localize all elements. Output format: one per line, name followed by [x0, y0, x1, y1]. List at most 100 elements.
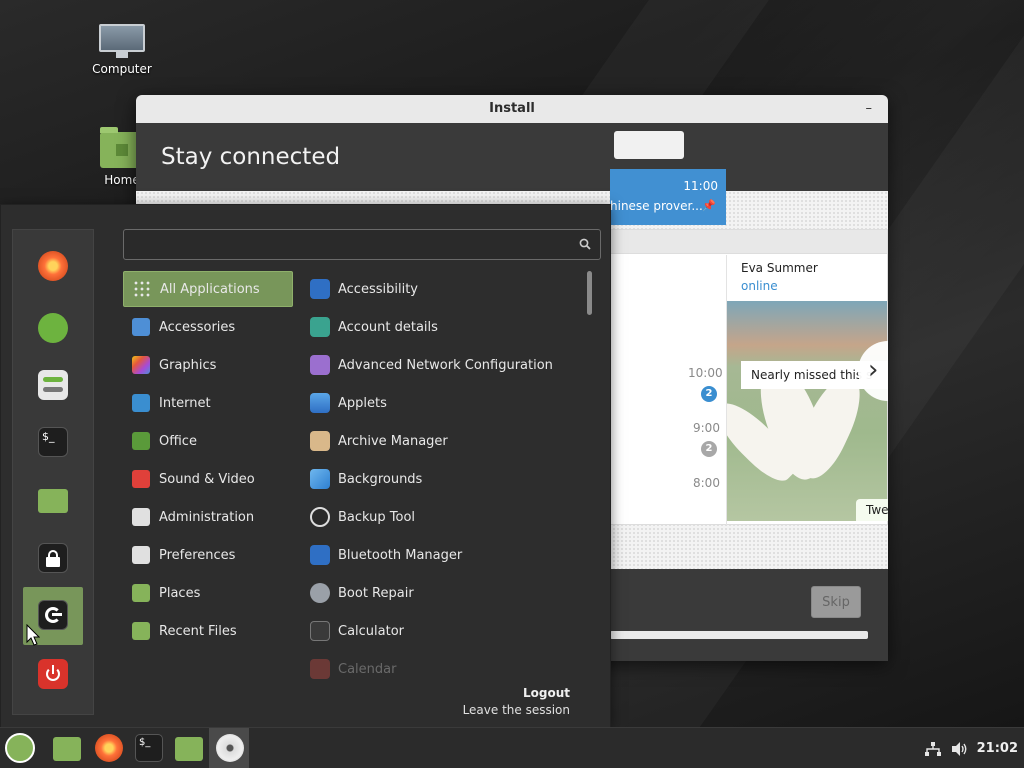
app-label: Account details	[338, 319, 438, 335]
chat-time: 8:00	[693, 476, 720, 490]
computer-icon	[99, 24, 145, 58]
category-label: Administration	[159, 509, 255, 525]
cloud-icon	[132, 394, 150, 412]
category-list: All Applications Accessories Graphics In…	[123, 271, 293, 651]
firefox-icon	[38, 251, 68, 281]
install-titlebar[interactable]: Install –	[136, 95, 888, 123]
network-icon	[310, 355, 330, 375]
app-boot-repair[interactable]: Boot Repair	[301, 575, 591, 611]
app-archive-manager[interactable]: Archive Manager	[301, 423, 591, 459]
category-label: Internet	[159, 395, 211, 411]
app-label: Boot Repair	[338, 585, 414, 601]
disc-icon	[216, 734, 244, 762]
favorite-firefox[interactable]	[23, 238, 83, 296]
category-recent-files[interactable]: Recent Files	[123, 613, 293, 649]
category-label: Places	[159, 585, 201, 601]
scissors-icon	[132, 318, 150, 336]
app-applets[interactable]: Applets	[301, 385, 591, 421]
category-accessories[interactable]: Accessories	[123, 309, 293, 345]
app-list-scrollbar[interactable]	[587, 271, 592, 315]
category-label: Sound & Video	[159, 471, 255, 487]
search-input[interactable]	[124, 230, 600, 259]
clock[interactable]: 21:02	[977, 741, 1018, 756]
chat-preview-text: hinese prover...	[610, 199, 703, 213]
category-graphics[interactable]: Graphics	[123, 347, 293, 383]
app-advanced-network-configuration[interactable]: Advanced Network Configuration	[301, 347, 591, 383]
search-icon	[579, 238, 591, 250]
taskbar-firefox[interactable]	[88, 728, 128, 768]
app-accessibility[interactable]: Accessibility	[301, 271, 591, 307]
category-all-applications[interactable]: All Applications	[123, 271, 293, 307]
taskbar: $_ 21:02	[0, 727, 1024, 768]
app-backgrounds[interactable]: Backgrounds	[301, 461, 591, 497]
chat-time: 11:00	[683, 179, 718, 193]
grid-icon	[133, 280, 151, 298]
shared-photo	[727, 301, 887, 521]
palette-icon	[132, 356, 150, 374]
firefox-icon	[95, 734, 123, 762]
calendar-icon	[310, 659, 330, 679]
menu-search-box[interactable]	[123, 229, 601, 260]
favorite-terminal[interactable]: $_	[23, 414, 83, 472]
application-menu: $_ All Applications Accessories Graphics…	[0, 204, 611, 727]
app-label: Calculator	[338, 623, 405, 639]
network-icon[interactable]	[924, 741, 942, 757]
app-backup-tool[interactable]: Backup Tool	[301, 499, 591, 535]
app-label: Advanced Network Configuration	[338, 357, 553, 373]
software-manager-icon	[38, 313, 68, 343]
category-office[interactable]: Office	[123, 423, 293, 459]
category-places[interactable]: Places	[123, 575, 293, 611]
chat-time: 9:00	[693, 421, 720, 435]
message-bubble: Twe	[856, 499, 888, 521]
preview-selected-chat: 11:00 hinese prover... 📌	[610, 169, 726, 225]
contact-name: Eva Summer	[741, 261, 818, 275]
lock-icon	[38, 543, 68, 573]
category-label: Accessories	[159, 319, 236, 335]
volume-icon[interactable]	[951, 741, 969, 757]
app-account-details[interactable]: Account details	[301, 309, 591, 345]
app-bluetooth-manager[interactable]: Bluetooth Manager	[301, 537, 591, 573]
menu-button[interactable]	[0, 728, 40, 768]
logout-title: Logout	[522, 686, 570, 700]
favorite-software-manager[interactable]	[23, 300, 83, 358]
category-administration[interactable]: Administration	[123, 499, 293, 535]
category-label: All Applications	[160, 281, 260, 297]
power-icon	[38, 659, 68, 689]
play-icon	[132, 470, 150, 488]
install-header: Stay connected	[136, 123, 888, 191]
category-preferences[interactable]: Preferences	[123, 537, 293, 573]
desktop-icon-label: Computer	[92, 62, 152, 76]
category-label: Recent Files	[159, 623, 237, 639]
backgrounds-icon	[310, 469, 330, 489]
category-label: Preferences	[159, 547, 236, 563]
app-calendar[interactable]: Calendar	[301, 651, 591, 687]
skip-button[interactable]: Skip	[811, 586, 861, 618]
logout-subtitle: Leave the session	[462, 703, 570, 717]
taskbar-folder[interactable]	[168, 728, 208, 768]
toggles-icon	[132, 546, 150, 564]
minimize-button[interactable]: –	[866, 95, 873, 123]
logout-hint: Logout Leave the session	[463, 686, 570, 717]
boot-repair-icon	[310, 583, 330, 603]
contact-status: online	[741, 279, 778, 293]
category-label: Office	[159, 433, 197, 449]
taskbar-terminal[interactable]: $_	[128, 728, 168, 768]
chat-time: 10:00	[688, 366, 723, 380]
install-progress-bar	[610, 631, 868, 639]
app-label: Backgrounds	[338, 471, 423, 487]
terminal-icon: $_	[38, 427, 68, 457]
taskbar-installer[interactable]	[209, 728, 249, 768]
folder-icon	[132, 584, 150, 602]
app-calculator[interactable]: Calculator	[301, 613, 591, 649]
calculator-icon	[310, 621, 330, 641]
favorite-power[interactable]	[23, 646, 83, 704]
desktop-icon-computer[interactable]: Computer	[82, 24, 162, 76]
pin-icon: 📌	[702, 199, 716, 212]
category-internet[interactable]: Internet	[123, 385, 293, 421]
taskbar-files[interactable]	[46, 728, 86, 768]
favorite-settings[interactable]	[23, 357, 83, 415]
app-label: Applets	[338, 395, 387, 411]
favorite-files[interactable]	[23, 473, 83, 531]
favorite-lock-screen[interactable]	[23, 530, 83, 588]
category-sound-video[interactable]: Sound & Video	[123, 461, 293, 497]
